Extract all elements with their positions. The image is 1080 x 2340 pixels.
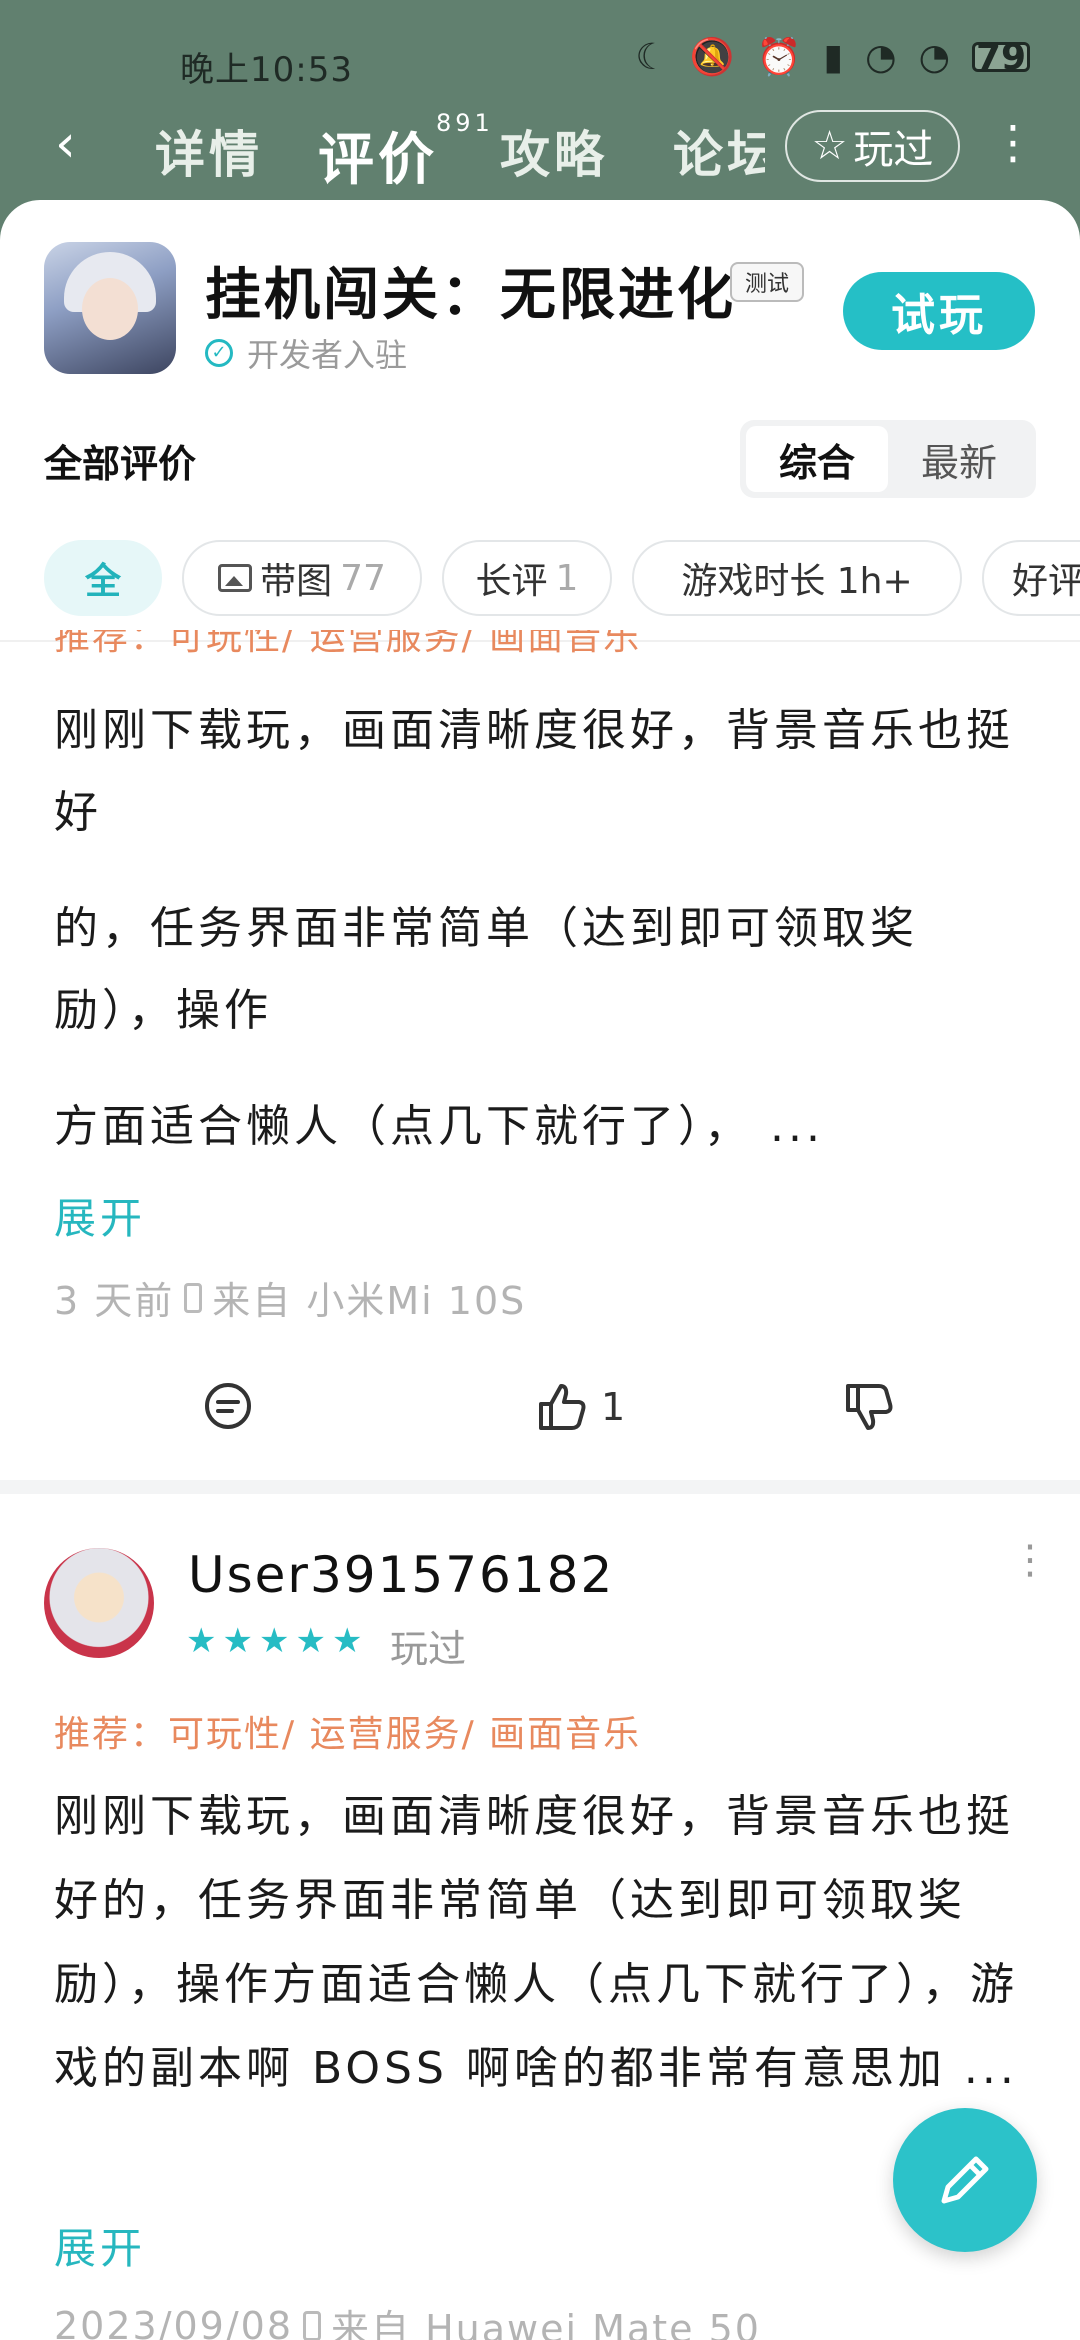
played-button[interactable]: ☆ 玩过	[785, 110, 960, 182]
review2-meta: 2023/09/08 来自 Huawei Mate 50	[54, 2298, 761, 2340]
developer-label: 开发者入驻	[247, 336, 408, 374]
like-count: 1	[601, 1385, 626, 1429]
star-icon: ★	[258, 1621, 290, 1661]
game-header: 挂机闯关：无限进化 测试 ✓ 开发者入驻 试玩	[0, 200, 1080, 400]
like-button[interactable]: 1	[535, 1380, 625, 1434]
pencil-icon	[941, 2156, 989, 2204]
review2-status: 玩过	[390, 1627, 467, 1671]
review2-username[interactable]: User391576182	[188, 1546, 614, 1604]
game-icon-face	[82, 278, 138, 340]
review1-time: 3 天前	[54, 1279, 175, 1323]
phone-icon	[184, 1282, 203, 1313]
alarm-icon: ⏰	[756, 37, 802, 78]
write-review-button[interactable]	[893, 2108, 1037, 2252]
avatar[interactable]	[44, 1548, 154, 1658]
played-label: 玩过	[853, 127, 934, 173]
filter-long-count: 1	[555, 557, 579, 599]
battery-level: 79	[975, 36, 1027, 78]
image-icon	[218, 564, 253, 592]
star-icon: ★	[222, 1621, 253, 1661]
review2-expand-link[interactable]: 展开	[54, 2215, 146, 2276]
filter-positive[interactable]: 好评	[982, 540, 1080, 616]
review1-paragraph-3: 方面适合懒人（点几下就行了）， ...	[54, 1101, 824, 1152]
review2-rating: ★ ★ ★ ★ ★	[186, 1624, 362, 1658]
game-icon[interactable]	[44, 242, 176, 374]
filter-long-label: 长评	[475, 561, 548, 602]
star-icon: ★	[331, 1621, 363, 1661]
star-outline-icon: ☆	[811, 123, 848, 169]
filter-all-label: 全	[84, 561, 121, 602]
review1-paragraph-2: 的，任务界面非常简单（达到即可领取奖励），操作	[54, 903, 918, 1036]
all-reviews-title: 全部评价	[44, 442, 197, 486]
review1-meta: 3 天前 来自 小米Mi 10S	[54, 1270, 526, 1325]
back-arrow-icon[interactable]: ‹	[55, 118, 95, 170]
tab-reviews-label: 评价	[318, 128, 438, 193]
game-title: 挂机闯关：无限进化	[205, 263, 736, 328]
sort-option-latest[interactable]: 最新	[888, 426, 1030, 492]
tab-reviews-count: 891	[436, 109, 494, 137]
tab-details[interactable]: 详情	[155, 115, 263, 187]
status-time: 晚上10:53	[180, 50, 353, 90]
review2-date: 2023/09/08	[54, 2303, 294, 2340]
review1-device: 来自 小米Mi 10S	[212, 1279, 527, 1323]
sort-option-comprehensive[interactable]: 综合	[746, 426, 888, 492]
review1-tags: 推荐：可玩性/ 运营服务/ 画面音乐	[54, 630, 642, 658]
sort-toggle: 综合 最新	[740, 420, 1036, 498]
verified-check-icon: ✓	[205, 339, 233, 367]
status-icons: ☾ 🔕 ⏰ ▮ ◔ ◔ 79	[635, 36, 1030, 78]
thumbs-up-icon	[539, 1384, 586, 1430]
review2-text: 刚刚下载玩，画面清晰度很好，背景音乐也挺好的，任务界面非常简单（达到即可领取奖励…	[54, 1791, 1018, 2094]
status-bar: 晚上10:53 ☾ 🔕 ⏰ ▮ ◔ ◔ 79	[0, 0, 1080, 120]
wifi-icon: ◔	[865, 36, 897, 78]
review2-device: 来自 Huawei Mate 50	[331, 2307, 761, 2340]
dislike-button[interactable]	[842, 1380, 896, 1434]
review1-paragraph-1: 刚刚下载玩，画面清晰度很好，背景音乐也挺好	[54, 705, 1014, 838]
tab-forum[interactable]: 论坛	[673, 115, 765, 187]
filter-chips: 全 带图 77 长评 1 游戏时长 1h+ 好评	[44, 540, 1080, 618]
review1-expand-link[interactable]: 展开	[54, 1185, 146, 1246]
filter-images-count: 77	[340, 557, 386, 599]
filter-with-images[interactable]: 带图 77	[182, 540, 422, 616]
filter-all[interactable]: 全	[44, 540, 162, 616]
filter-playtime[interactable]: 游戏时长 1h+	[632, 540, 962, 616]
comment-button[interactable]	[202, 1380, 254, 1432]
mute-icon: 🔕	[689, 37, 735, 78]
star-icon: ★	[186, 1621, 217, 1661]
comment-icon	[205, 1383, 251, 1429]
phone-icon	[303, 2310, 322, 2340]
tab-guides[interactable]: 攻略	[500, 115, 608, 187]
filter-positive-label: 好评	[1012, 561, 1080, 602]
top-navigation: ‹ 详情 评价 891 攻略 论坛 ☆ 玩过 ⋮	[0, 105, 1080, 193]
filter-playtime-label: 游戏时长 1h+	[681, 561, 913, 602]
review-separator	[0, 1480, 1080, 1494]
filter-images-label: 带图	[260, 561, 333, 602]
moon-icon: ☾	[635, 36, 668, 78]
tab-reviews[interactable]: 评价 891	[318, 109, 490, 196]
review2-tags: 推荐：可玩性/ 运营服务/ 画面音乐	[54, 1714, 642, 1755]
more-options-icon[interactable]: ⋮	[990, 117, 1036, 167]
battery-icon: 79	[972, 37, 1030, 78]
test-badge: 测试	[730, 262, 804, 302]
trial-button[interactable]: 试玩	[843, 272, 1035, 350]
review1-actions: 1	[0, 1380, 1080, 1450]
thumbs-down-icon	[846, 1384, 893, 1430]
signal-icon: ▮	[823, 36, 844, 78]
star-icon: ★	[295, 1621, 326, 1661]
wifi-icon-2: ◔	[918, 36, 950, 78]
review2-more-icon[interactable]: ⋮	[1010, 1540, 1050, 1580]
developer-row[interactable]: ✓ 开发者入驻	[205, 330, 407, 376]
filter-long-review[interactable]: 长评 1	[442, 540, 612, 616]
